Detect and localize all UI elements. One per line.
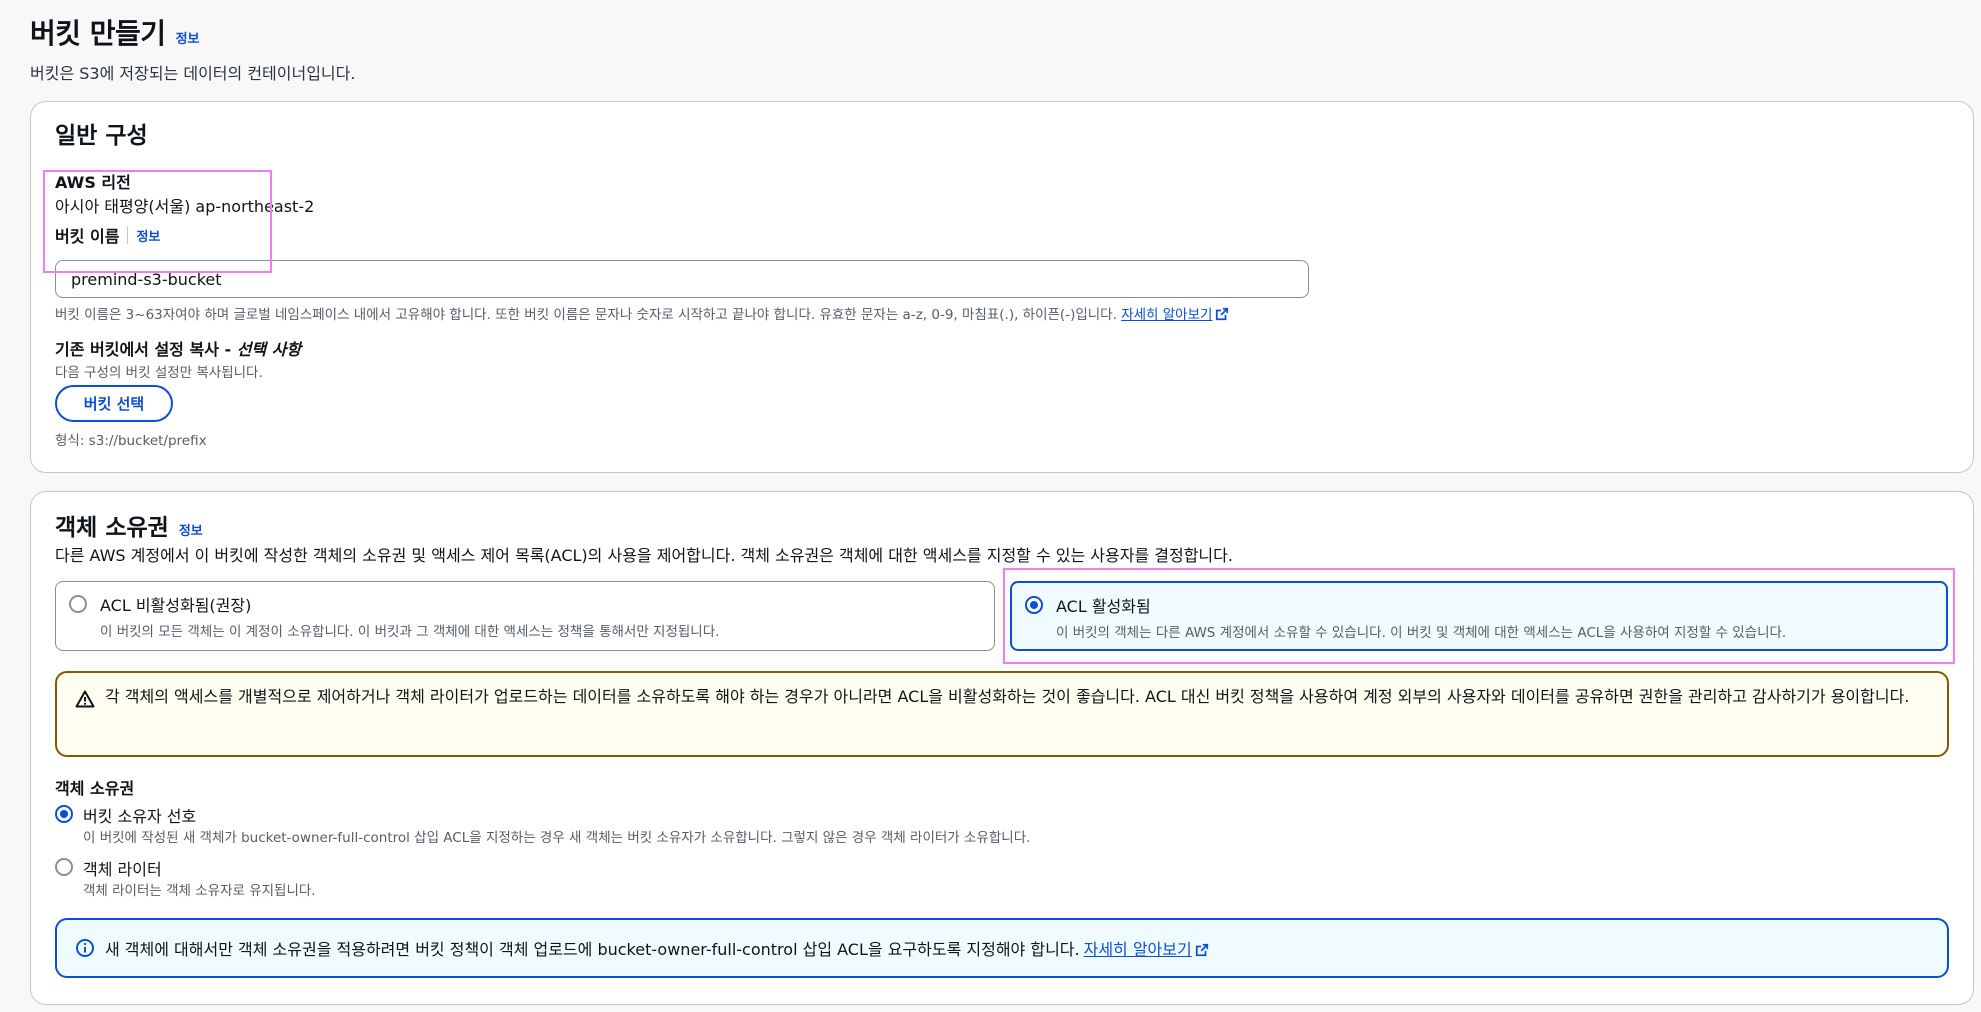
region-value: 아시아 태평양(서울) ap-northeast-2 <box>55 197 315 216</box>
page-header: 버킷 만들기 정보 버킷은 S3에 저장되는 데이터의 컨테이너입니다. <box>30 12 355 84</box>
object-writer-radio[interactable] <box>55 858 73 876</box>
ownership-title-row: 객체 소유권 정보 <box>55 508 203 542</box>
ownership-info-text: 새 객체에 대해서만 객체 소유권을 적용하려면 버킷 정책이 객체 업로드에 … <box>105 940 1080 959</box>
bucket-name-info-link[interactable]: 정보 <box>136 226 160 245</box>
learn-more-text: 자세히 알아보기 <box>1121 307 1213 323</box>
info-icon <box>76 939 94 957</box>
external-link-icon <box>1195 943 1208 957</box>
bucket-name-hint: 버킷 이름은 3~63자여야 하며 글로벌 네임스페이스 내에서 고유해야 합니… <box>55 303 1229 323</box>
object-writer-label[interactable]: 객체 라이터 <box>83 856 162 880</box>
acl-disabled-tile[interactable]: ACL 비활성화됨(권장) 이 버킷의 모든 객체는 이 계정이 소유합니다. … <box>55 581 995 651</box>
bucket-owner-preferred-radio[interactable] <box>55 805 73 823</box>
ownership-description: 다른 AWS 계정에서 이 버킷에 작성한 객체의 소유권 및 액세스 제어 목… <box>55 546 1233 565</box>
general-config-panel: 일반 구성 AWS 리전 아시아 태평양(서울) ap-northeast-2 … <box>30 101 1974 473</box>
bucket-name-label-row: 버킷 이름 정보 <box>55 223 160 247</box>
page-info-link[interactable]: 정보 <box>176 28 200 47</box>
page-description: 버킷은 S3에 저장되는 데이터의 컨테이너입니다. <box>30 64 356 83</box>
copy-settings-label: 기존 버킷에서 설정 복사 - 선택 사항 <box>55 336 301 360</box>
acl-enabled-desc: 이 버킷의 객체는 다른 AWS 계정에서 소유할 수 있습니다. 이 버킷 및… <box>1056 625 1787 641</box>
acl-warning-text: 각 객체의 액세스를 개별적으로 제어하거나 객체 라이터가 업로드하는 데이터… <box>105 687 1910 706</box>
page-title: 버킷 만들기 <box>30 17 166 50</box>
acl-enabled-tile[interactable]: ACL 활성화됨 이 버킷의 객체는 다른 AWS 계정에서 소유할 수 있습니… <box>1010 581 1948 651</box>
bucket-owner-preferred-desc: 이 버킷에 작성된 새 객체가 bucket-owner-full-contro… <box>83 830 1031 846</box>
bucket-owner-preferred-label[interactable]: 버킷 소유자 선호 <box>83 803 196 827</box>
choose-bucket-button[interactable]: 버킷 선택 <box>55 385 173 422</box>
warning-icon <box>75 690 95 708</box>
copy-settings-label-text: 기존 버킷에서 설정 복사 - <box>55 340 237 359</box>
copy-settings-desc: 다음 구성의 버킷 설정만 복사됩니다. <box>55 365 263 381</box>
acl-enabled-radio[interactable] <box>1025 596 1043 614</box>
external-link-icon <box>1216 307 1229 321</box>
acl-warning-alert: 각 객체의 액세스를 개별적으로 제어하거나 객체 라이터가 업로드하는 데이터… <box>55 671 1949 757</box>
ownership-info-alert: 새 객체에 대해서만 객체 소유권을 적용하려면 버킷 정책이 객체 업로드에 … <box>55 918 1949 978</box>
object-ownership-panel: 객체 소유권 정보 다른 AWS 계정에서 이 버킷에 작성한 객체의 소유권 … <box>30 491 1974 1005</box>
general-config-title: 일반 구성 <box>55 123 148 149</box>
format-hint: 형식: s3://bucket/prefix <box>55 433 207 449</box>
acl-disabled-label: ACL 비활성화됨(권장) <box>100 596 252 615</box>
bucket-name-hint-text: 버킷 이름은 3~63자여야 하며 글로벌 네임스페이스 내에서 고유해야 합니… <box>55 307 1117 323</box>
bucket-name-input[interactable] <box>55 260 1309 298</box>
bucket-name-learn-more-link[interactable]: 자세히 알아보기 <box>1121 307 1229 323</box>
ownership-info-link[interactable]: 정보 <box>179 520 203 539</box>
object-ownership-label: 객체 소유권 <box>55 779 135 798</box>
region-label: AWS 리전 <box>55 173 131 192</box>
ownership-learn-more-link[interactable]: 자세히 알아보기 <box>1084 936 1209 960</box>
ownership-title: 객체 소유권 <box>55 515 169 541</box>
copy-settings-optional: 선택 사항 <box>236 340 302 359</box>
object-writer-desc: 객체 라이터는 객체 소유자로 유지됩니다. <box>83 883 316 899</box>
acl-disabled-desc: 이 버킷의 모든 객체는 이 계정이 소유합니다. 이 버킷과 그 객체에 대한… <box>100 624 720 640</box>
acl-enabled-label: ACL 활성화됨 <box>1056 597 1151 616</box>
learn-more-text: 자세히 알아보기 <box>1083 940 1192 959</box>
divider <box>127 226 129 244</box>
acl-disabled-radio[interactable] <box>69 595 87 613</box>
bucket-name-label: 버킷 이름 <box>55 227 120 246</box>
